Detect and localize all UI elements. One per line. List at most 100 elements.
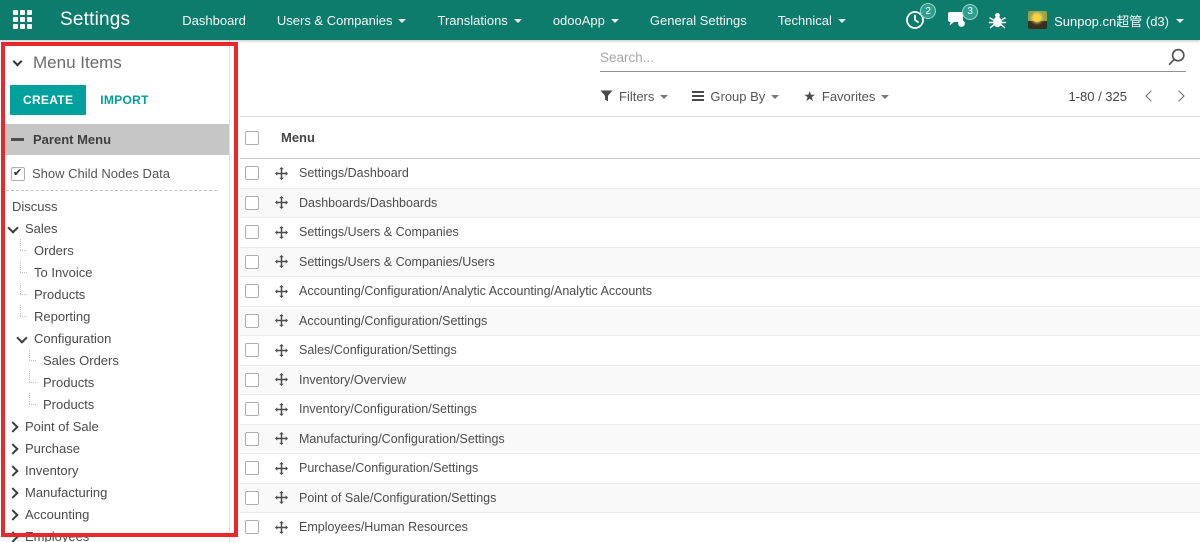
table-row[interactable]: Employees/Human Resources bbox=[240, 513, 1200, 542]
parent-menu-group-header[interactable]: Parent Menu bbox=[5, 124, 229, 155]
tree-item-label: Orders bbox=[34, 243, 74, 258]
search-icon[interactable] bbox=[1167, 48, 1186, 67]
sidebar-tree-item[interactable]: Purchase bbox=[0, 437, 229, 459]
drag-handle-icon[interactable] bbox=[275, 255, 288, 268]
drag-handle-icon[interactable] bbox=[275, 167, 288, 180]
sidebar-tree-item[interactable]: Orders bbox=[0, 239, 229, 261]
app-title[interactable]: Settings bbox=[60, 9, 130, 31]
search-input[interactable] bbox=[600, 50, 1159, 65]
create-button[interactable]: CREATE bbox=[10, 85, 86, 115]
tree-node-icon[interactable] bbox=[7, 481, 20, 503]
tree-node-icon[interactable] bbox=[7, 525, 20, 542]
user-menu[interactable]: Sunpop.cn超管 (d3) bbox=[1028, 11, 1184, 30]
table-row[interactable]: Sales/Configuration/Settings bbox=[240, 336, 1200, 366]
table-row[interactable]: Settings/Dashboard bbox=[240, 159, 1200, 189]
drag-handle-icon[interactable] bbox=[275, 344, 288, 357]
row-checkbox[interactable] bbox=[245, 373, 259, 387]
topbar-menu-item[interactable]: General Settings bbox=[650, 13, 747, 28]
table-row[interactable]: Accounting/Configuration/Analytic Accoun… bbox=[240, 277, 1200, 307]
sidebar-tree-item[interactable]: Point of Sale bbox=[0, 415, 229, 437]
groupby-dropdown[interactable]: Group By bbox=[692, 89, 779, 104]
drag-handle-icon[interactable] bbox=[275, 403, 288, 416]
favorites-dropdown[interactable]: ★ Favorites bbox=[803, 89, 889, 104]
tree-node-icon[interactable] bbox=[7, 415, 20, 437]
drag-handle-icon[interactable] bbox=[275, 521, 288, 534]
tree-node-icon[interactable] bbox=[25, 371, 38, 393]
chevron-down-icon[interactable] bbox=[13, 57, 23, 67]
row-checkbox[interactable] bbox=[245, 166, 259, 180]
drag-handle-icon[interactable] bbox=[275, 462, 288, 475]
tree-node-icon[interactable] bbox=[16, 239, 29, 261]
messages-button[interactable]: 3 bbox=[946, 11, 967, 30]
row-checkbox[interactable] bbox=[245, 284, 259, 298]
topbar-menu-item[interactable]: Translations bbox=[437, 13, 521, 28]
row-checkbox[interactable] bbox=[245, 491, 259, 505]
table-row[interactable]: Settings/Users & Companies bbox=[240, 218, 1200, 248]
sidebar-tree-item[interactable]: Products bbox=[0, 371, 229, 393]
topbar-menu-item[interactable]: Dashboard bbox=[182, 13, 246, 28]
tree-node-icon[interactable] bbox=[7, 437, 20, 459]
tree-node-icon[interactable] bbox=[7, 459, 20, 481]
import-button[interactable]: IMPORT bbox=[100, 93, 148, 107]
topbar-menu-item[interactable]: Users & Companies bbox=[277, 13, 407, 28]
apps-grid-icon[interactable] bbox=[13, 10, 33, 30]
table-row[interactable]: Dashboards/Dashboards bbox=[240, 189, 1200, 219]
sidebar-tree-item[interactable]: Configuration bbox=[0, 327, 229, 349]
sidebar-tree-item[interactable]: Discuss bbox=[0, 195, 229, 217]
drag-handle-icon[interactable] bbox=[275, 432, 288, 445]
row-checkbox[interactable] bbox=[245, 520, 259, 534]
drag-handle-icon[interactable] bbox=[275, 373, 288, 386]
row-checkbox[interactable] bbox=[245, 461, 259, 475]
tree-node-icon[interactable] bbox=[7, 217, 20, 239]
show-child-nodes-checkbox[interactable] bbox=[11, 167, 25, 181]
tree-node-icon[interactable] bbox=[7, 503, 20, 525]
table-row[interactable]: Manufacturing/Configuration/Settings bbox=[240, 425, 1200, 455]
drag-handle-icon[interactable] bbox=[275, 314, 288, 327]
collapse-dash-icon bbox=[11, 138, 24, 141]
table-row[interactable]: Point of Sale/Configuration/Settings bbox=[240, 484, 1200, 514]
topbar-menu-item[interactable]: Technical bbox=[778, 13, 846, 28]
row-checkbox[interactable] bbox=[245, 343, 259, 357]
drag-handle-icon[interactable] bbox=[275, 285, 288, 298]
tree-node-icon[interactable] bbox=[25, 393, 38, 415]
caret-down-icon bbox=[881, 95, 889, 99]
table-row[interactable]: Purchase/Configuration/Settings bbox=[240, 454, 1200, 484]
caret-down-icon bbox=[398, 19, 406, 23]
table-row[interactable]: Inventory/Configuration/Settings bbox=[240, 395, 1200, 425]
drag-handle-icon[interactable] bbox=[275, 196, 288, 209]
sidebar-tree-item[interactable]: Products bbox=[0, 393, 229, 415]
sidebar-tree-item[interactable]: Sales Orders bbox=[0, 349, 229, 371]
pager-next-button[interactable] bbox=[1173, 90, 1184, 101]
row-checkbox[interactable] bbox=[245, 402, 259, 416]
table-row[interactable]: Inventory/Overview bbox=[240, 366, 1200, 396]
topbar-menu-item[interactable]: odooApp bbox=[553, 13, 619, 28]
filters-dropdown[interactable]: Filters bbox=[600, 89, 668, 104]
row-checkbox[interactable] bbox=[245, 255, 259, 269]
drag-handle-icon[interactable] bbox=[275, 226, 288, 239]
sidebar-tree-item[interactable]: Employees bbox=[0, 525, 229, 542]
debug-button[interactable] bbox=[988, 11, 1007, 30]
sidebar-tree-item[interactable]: Sales bbox=[0, 217, 229, 239]
tree-node-icon[interactable] bbox=[16, 327, 29, 349]
sidebar-tree-item[interactable]: Products bbox=[0, 283, 229, 305]
sidebar-tree-item[interactable]: Reporting bbox=[0, 305, 229, 327]
pager-previous-button[interactable] bbox=[1145, 90, 1156, 101]
activities-button[interactable]: 2 bbox=[905, 10, 925, 30]
sidebar-tree-item[interactable]: Manufacturing bbox=[0, 481, 229, 503]
sidebar-tree-item[interactable]: Accounting bbox=[0, 503, 229, 525]
table-row[interactable]: Accounting/Configuration/Settings bbox=[240, 307, 1200, 337]
sidebar-tree-item[interactable]: To Invoice bbox=[0, 261, 229, 283]
row-checkbox[interactable] bbox=[245, 225, 259, 239]
row-checkbox[interactable] bbox=[245, 432, 259, 446]
tree-node-icon[interactable] bbox=[16, 261, 29, 283]
row-checkbox[interactable] bbox=[245, 196, 259, 210]
tree-node-icon[interactable] bbox=[25, 349, 38, 371]
sidebar-tree-item[interactable]: Inventory bbox=[0, 459, 229, 481]
table-row[interactable]: Settings/Users & Companies/Users bbox=[240, 248, 1200, 278]
drag-handle-icon[interactable] bbox=[275, 491, 288, 504]
select-all-checkbox[interactable] bbox=[245, 131, 259, 145]
tree-node-icon[interactable] bbox=[16, 305, 29, 327]
tree-node-icon[interactable] bbox=[16, 283, 29, 305]
row-checkbox[interactable] bbox=[245, 314, 259, 328]
tree-item-label: Discuss bbox=[12, 199, 58, 214]
